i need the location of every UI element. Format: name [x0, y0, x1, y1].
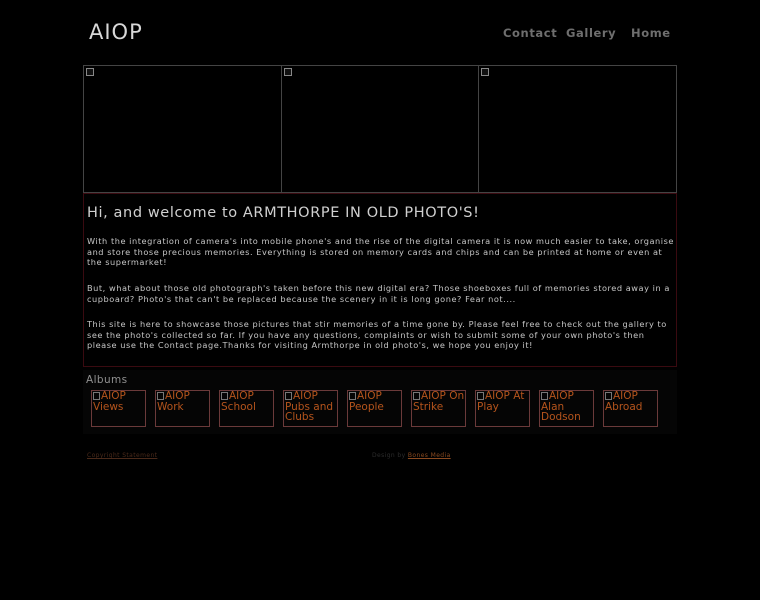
design-credit-prefix: Design by	[372, 452, 406, 459]
album-thumb-school[interactable]: AIOP School	[219, 390, 274, 427]
broken-image-icon	[221, 392, 228, 400]
broken-image-icon	[477, 392, 484, 400]
album-thumb-alan-dodson[interactable]: AIOP Alan Dodson	[539, 390, 594, 427]
welcome-paragraph-1: With the integration of camera's into mo…	[87, 236, 675, 267]
albums-section: Albums AIOP Views AIOP Work AIOP School …	[83, 370, 677, 434]
welcome-title: Hi, and welcome to ARMTHORPE IN OLD PHOT…	[87, 205, 480, 221]
broken-image-icon	[285, 392, 292, 400]
hero-image-1	[84, 66, 282, 192]
welcome-section: Hi, and welcome to ARMTHORPE IN OLD PHOT…	[83, 193, 677, 367]
main-nav: Contact Gallery Home	[0, 26, 760, 42]
broken-image-icon	[541, 392, 548, 400]
broken-image-icon	[93, 392, 100, 400]
album-thumb-at-play[interactable]: AIOP At Play	[475, 390, 530, 427]
albums-title: Albums	[86, 374, 128, 386]
broken-image-icon	[157, 392, 164, 400]
album-thumb-work[interactable]: AIOP Work	[155, 390, 210, 427]
album-label: AIOP On Strike	[413, 390, 465, 413]
hero-image-strip	[83, 65, 677, 193]
album-thumb-pubs-and-clubs[interactable]: AIOP Pubs and Clubs	[283, 390, 338, 427]
broken-image-icon	[481, 68, 490, 76]
broken-image-icon	[86, 68, 94, 76]
broken-image-icon	[413, 392, 420, 400]
album-thumb-on-strike[interactable]: AIOP On Strike	[411, 390, 466, 427]
hero-image-3	[479, 66, 676, 192]
album-label: AIOP At Play	[477, 390, 525, 413]
nav-gallery[interactable]: Gallery	[566, 26, 616, 40]
broken-image-icon	[349, 392, 356, 400]
design-credit-link[interactable]: Bones Media	[408, 452, 451, 459]
design-credit: Design by Bones Media	[372, 452, 451, 459]
album-thumb-views[interactable]: AIOP Views	[91, 390, 146, 427]
copyright-link[interactable]: Copyright Statement	[87, 452, 157, 459]
welcome-paragraph-2: But, what about those old photograph's t…	[87, 283, 670, 304]
album-label: AIOP Pubs and Clubs	[285, 390, 334, 423]
welcome-paragraph-3: This site is here to showcase those pict…	[87, 319, 667, 350]
nav-contact[interactable]: Contact	[503, 26, 557, 40]
album-thumb-abroad[interactable]: AIOP Abroad	[603, 390, 658, 427]
nav-home[interactable]: Home	[631, 26, 671, 40]
album-thumb-people[interactable]: AIOP People	[347, 390, 402, 427]
broken-image-icon	[605, 392, 612, 400]
hero-image-2	[282, 66, 480, 192]
broken-image-icon	[283, 68, 292, 76]
